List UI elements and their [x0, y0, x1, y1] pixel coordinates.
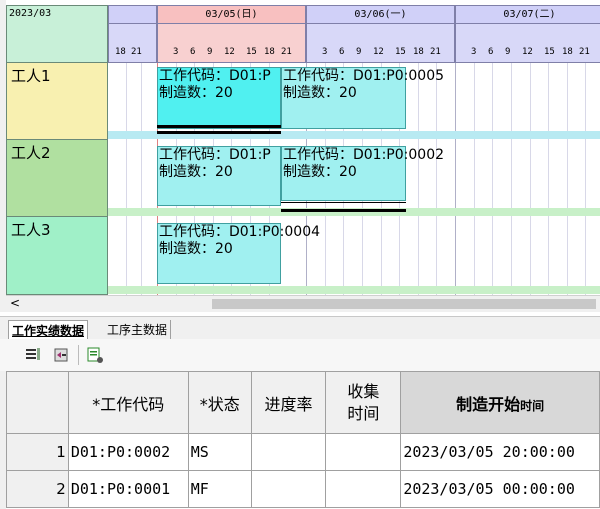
hour-tick: 15	[246, 47, 257, 57]
progress-cell[interactable]	[250, 433, 327, 471]
scrollbar-thumb[interactable]	[212, 299, 596, 309]
hour-tick: 18	[264, 47, 275, 57]
grid-toolbar	[0, 339, 600, 372]
hour-tick: 6	[190, 47, 196, 57]
list-settings-icon[interactable]	[86, 346, 104, 364]
hour-tick: 9	[356, 47, 362, 57]
results-table: *工作代码 *状态 进度率 收集时间 制造开始时间 1 D01:P0:0002 …	[6, 371, 600, 508]
start-time-cell[interactable]: 2023/03/05 20:00:00	[400, 433, 600, 471]
hour-header-day2: 3 6 9 12 15 18 21	[306, 24, 455, 63]
table-header-row: *工作代码 *状态 进度率 收集时间 制造开始时间	[6, 371, 600, 434]
task-bar[interactable]: 工作代码：D01:P 制造数：20	[157, 146, 281, 206]
hour-tick: 18	[115, 47, 126, 57]
row-number: 1	[6, 433, 69, 471]
column-header-collect-time[interactable]: 收集时间	[325, 371, 402, 434]
month-label: 2023/03	[6, 5, 108, 63]
table-row[interactable]: 2 D01:P0:0001 MF 2023/03/05 00:00:00	[6, 470, 600, 508]
tab-work-results[interactable]: 工作实绩数据	[8, 320, 89, 340]
progress-line	[157, 131, 281, 134]
hour-tick: 15	[395, 47, 406, 57]
progress-cell[interactable]	[250, 470, 327, 508]
date-header-day3: 03/07(二)	[455, 5, 600, 24]
hour-tick: 12	[373, 47, 384, 57]
date-header-day2: 03/06(一)	[306, 5, 455, 24]
hour-tick: 12	[522, 47, 533, 57]
column-header-manufacture-start[interactable]: 制造开始时间	[400, 371, 600, 434]
hour-tick: 15	[544, 47, 555, 57]
hour-header-day3: 3 6 9 12 15 18 21	[455, 24, 600, 63]
hour-tick: 3	[173, 47, 179, 57]
start-time-cell[interactable]: 2023/03/05 00:00:00	[400, 470, 600, 508]
date-header-prev	[108, 5, 157, 24]
hour-tick: 3	[471, 47, 477, 57]
hour-tick: 18	[562, 47, 573, 57]
collect-time-cell[interactable]	[325, 433, 402, 471]
grid-left-edge	[0, 371, 6, 509]
status-cell[interactable]: MF	[187, 470, 252, 508]
hour-tick: 9	[505, 47, 511, 57]
hour-header-day1: 3 6 9 12 15 18 21	[157, 24, 306, 63]
gantt-chart[interactable]: 2023/03 18 21 03/05(日) 3 6 9 12 15 18 21…	[0, 0, 600, 312]
task-bar[interactable]: 工作代码：D01:P0:0004 制造数：20	[157, 223, 320, 284]
left-pane-edge	[0, 0, 6, 312]
hour-tick: 21	[131, 47, 142, 57]
progress-line	[157, 125, 281, 128]
hour-tick: 9	[207, 47, 213, 57]
hour-tick: 6	[488, 47, 494, 57]
status-cell[interactable]: MS	[187, 433, 252, 471]
hour-tick: 21	[281, 47, 292, 57]
list-edit-icon[interactable]	[24, 346, 42, 364]
work-results-grid: *工作代码 *状态 进度率 收集时间 制造开始时间 1 D01:P0:0002 …	[6, 371, 600, 509]
progress-line	[281, 202, 406, 203]
task-bar[interactable]: 工作代码：D01:P 制造数：20	[157, 67, 281, 129]
worker-row-label[interactable]: 工人1	[6, 63, 108, 140]
capacity-band	[108, 286, 600, 294]
hour-tick: 18	[413, 47, 424, 57]
hour-tick: 21	[579, 47, 590, 57]
worker-row-label[interactable]: 工人2	[6, 140, 108, 217]
column-header-status[interactable]: *状态	[187, 371, 252, 434]
row-number-header[interactable]	[6, 371, 69, 434]
horizontal-scrollbar[interactable]: <	[6, 295, 600, 312]
hour-tick: 21	[430, 47, 441, 57]
progress-line	[281, 209, 406, 212]
tab-process-master[interactable]: 工序主数据	[104, 320, 172, 339]
worker-row-label[interactable]: 工人3	[6, 217, 108, 295]
table-row[interactable]: 1 D01:P0:0002 MS 2023/03/05 20:00:00	[6, 433, 600, 471]
column-header-progress[interactable]: 进度率	[250, 371, 327, 434]
hour-header-prev: 18 21	[108, 24, 157, 63]
tab-bar: 工作实绩数据 工序主数据	[0, 316, 600, 340]
work-code-cell[interactable]: D01:P0:0002	[67, 433, 189, 471]
row-number: 2	[6, 470, 69, 508]
list-undo-icon[interactable]	[52, 346, 70, 364]
hour-tick: 3	[322, 47, 328, 57]
hour-tick: 6	[339, 47, 345, 57]
work-code-cell[interactable]: D01:P0:0001	[67, 470, 189, 508]
scroll-left-arrow[interactable]: <	[10, 296, 20, 310]
date-header-day1: 03/05(日)	[157, 5, 306, 24]
column-header-work-code[interactable]: *工作代码	[67, 371, 189, 434]
task-bar[interactable]: 工作代码：D01:P0:0002 制造数：20	[281, 146, 444, 201]
toolbar-separator	[78, 345, 79, 365]
collect-time-cell[interactable]	[325, 470, 402, 508]
task-bar[interactable]: 工作代码：D01:P0:0005 制造数：20	[281, 67, 444, 129]
hour-tick: 12	[224, 47, 235, 57]
